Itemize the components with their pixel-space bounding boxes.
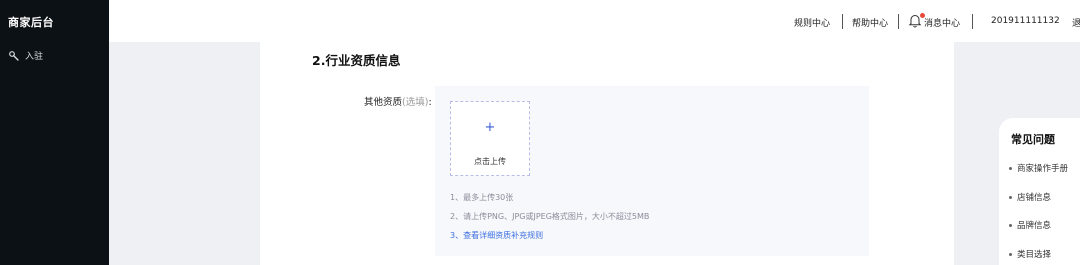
- divider: [842, 14, 843, 29]
- section-title: 2.行业资质信息: [312, 53, 401, 68]
- logout-link[interactable]: 退: [1072, 16, 1080, 29]
- upload-label: 点击上传: [474, 157, 506, 166]
- wrench-icon: [8, 50, 20, 62]
- view-rules-link[interactable]: 3、查看详细资质补充规则: [450, 230, 543, 241]
- upload-note-format: 2、请上传PNG、JPG或JPEG格式图片，大小不超过5MB: [450, 212, 650, 221]
- upload-note-limit: 1、最多上传30张: [450, 193, 514, 202]
- faq-title: 常见问题: [1011, 133, 1055, 146]
- upload-button[interactable]: + 点击上传: [450, 101, 530, 176]
- faq-item-label: 类目选择: [1017, 250, 1052, 260]
- field-label: 其他资质(选填):: [364, 94, 432, 108]
- faq-item[interactable]: 类目选择: [1009, 248, 1051, 260]
- upload-panel: + 点击上传 1、最多上传30张 2、请上传PNG、JPG或JPEG格式图片，大…: [435, 86, 869, 256]
- rules-center-link[interactable]: 规则中心: [794, 16, 830, 29]
- faq-item[interactable]: 店铺信息: [1009, 191, 1051, 203]
- help-center-link[interactable]: 帮助中心: [852, 16, 888, 29]
- field-label-text: 其他资质: [364, 97, 403, 108]
- main-content: 2.行业资质信息 其他资质(选填): + 点击上传 1、最多上传30张 2、请上…: [260, 42, 954, 265]
- sidebar-item-onboarding[interactable]: 入驻: [8, 49, 43, 62]
- bullet-icon: [1009, 224, 1012, 227]
- topbar: 规则中心 帮助中心 消息中心 201911111132 退: [109, 0, 1080, 42]
- bullet-icon: [1009, 253, 1012, 256]
- plus-icon: +: [484, 120, 496, 135]
- divider: [972, 14, 973, 29]
- sidebar-item-label: 入驻: [25, 52, 44, 62]
- optional-hint: (选填): [402, 97, 429, 108]
- faq-item[interactable]: 品牌信息: [1009, 219, 1051, 231]
- faq-item-label: 商家操作手册: [1017, 164, 1069, 174]
- field-label-colon: :: [428, 97, 432, 108]
- faq-item-label: 品牌信息: [1017, 221, 1052, 231]
- faq-item-label: 店铺信息: [1017, 193, 1052, 203]
- message-center-link[interactable]: 消息中心: [924, 16, 960, 29]
- bullet-icon: [1009, 167, 1012, 170]
- app-title: 商家后台: [8, 16, 54, 29]
- account-id[interactable]: 201911111132: [991, 16, 1060, 26]
- faq-item[interactable]: 商家操作手册: [1009, 162, 1068, 174]
- faq-panel: 常见问题 商家操作手册 店铺信息 品牌信息 类目选择: [999, 118, 1080, 265]
- bullet-icon: [1009, 196, 1012, 199]
- sidebar: 商家后台 入驻: [0, 0, 109, 265]
- divider: [898, 14, 899, 29]
